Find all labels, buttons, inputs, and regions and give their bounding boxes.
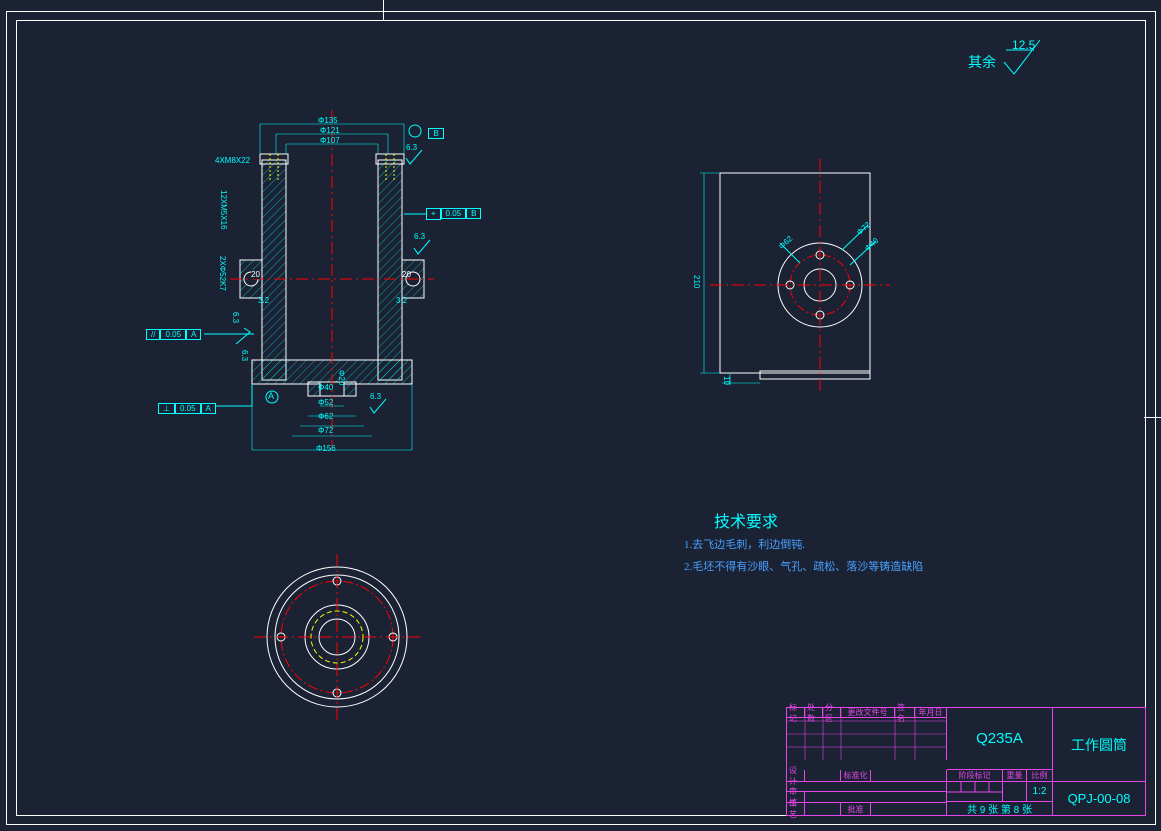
- fcf-position: ⌖0.05B: [426, 205, 481, 223]
- dim-d40: Φ40: [318, 383, 333, 392]
- fcf-par-ref: A: [186, 329, 201, 340]
- datum-b: B: [408, 124, 446, 143]
- bottom-view: [262, 562, 422, 722]
- datum-b-label: B: [428, 128, 443, 139]
- fcf-parallel: //0.05A: [146, 326, 201, 344]
- dim-d156: Φ156: [316, 444, 336, 453]
- side-view: [700, 165, 920, 415]
- dim-d135: Φ135: [318, 116, 338, 125]
- tb-cnt: 处数: [805, 708, 823, 718]
- tb-stage: 阶段标记: [947, 770, 1003, 782]
- surf-63-5: 6.3: [240, 350, 249, 361]
- cad-canvas: 其余 12.5: [0, 0, 1161, 831]
- tb-part-name: 工作圆筒: [1053, 708, 1145, 782]
- tb-part-no: QPJ-00-08: [1053, 782, 1145, 815]
- fcf-perp-sym: ⊥: [158, 403, 175, 414]
- dim-v20-1: 20: [251, 270, 260, 279]
- ruler-tick-right: [1144, 417, 1161, 418]
- tb-mark: 标记: [787, 708, 805, 718]
- dim-d62: Φ62: [318, 412, 333, 421]
- fcf-pos-ref: B: [466, 208, 481, 219]
- dim-d121: Φ121: [320, 126, 340, 135]
- tb-sc: 比例: [1027, 770, 1053, 782]
- dim-d107: Φ107: [320, 136, 340, 145]
- datum-a: A: [265, 390, 279, 409]
- fcf-par-tol: 0.05: [160, 329, 186, 340]
- tb-date: 年月日: [915, 708, 947, 718]
- tb-zone: 分区: [823, 708, 841, 718]
- fcf-pos-tol: 0.05: [441, 208, 467, 219]
- title-block: 标记 处数 分区 更改文件号 签名 年月日 设计 标准化 审核 工艺 批准 Q2…: [786, 707, 1146, 816]
- ruler-tick-top: [383, 0, 384, 20]
- tb-sig: 签名: [895, 708, 915, 718]
- dim-v32-1: 3.2: [258, 296, 269, 305]
- dim-2x52: 2XΦ52K7: [218, 256, 227, 291]
- surf-63-3: 6.3: [231, 312, 240, 323]
- tb-doc: 更改文件号: [841, 708, 895, 718]
- dim-v20-2: 20: [402, 270, 411, 279]
- tb-std: 标准化: [841, 770, 871, 782]
- dim-v32-2: 3.2: [396, 296, 407, 305]
- fcf-perp: ⊥0.05A: [158, 400, 216, 418]
- dim-d52: Φ52: [318, 398, 333, 407]
- side-w: 10: [722, 376, 731, 385]
- dim-4xm8: 4XM8X22: [215, 156, 250, 165]
- tb-material: Q235A: [947, 708, 1053, 770]
- tb-des: 设计: [787, 770, 805, 782]
- tb-appr: 批准: [841, 803, 871, 815]
- dim-d20: Φ20: [337, 370, 346, 385]
- fcf-par-sym: //: [146, 329, 160, 340]
- fcf-pos-sym: ⌖: [426, 208, 441, 220]
- dim-d72: Φ72: [318, 426, 333, 435]
- tb-scale-val: 1:2: [1027, 782, 1053, 802]
- drawing-border-inner: [16, 20, 1146, 816]
- side-h: 210: [692, 275, 701, 288]
- fcf-perp-tol: 0.05: [175, 403, 201, 414]
- dim-12xm5: 12XM5X16: [219, 190, 228, 230]
- surface-finish-default: 其余 12.5: [968, 52, 996, 72]
- tb-sheet: 共 9 张 第 8 张: [947, 802, 1053, 815]
- fcf-perp-ref: A: [201, 403, 216, 414]
- surface-prefix: 其余: [968, 54, 996, 70]
- tb-wt: 重量: [1003, 770, 1027, 782]
- tb-proc: 工艺: [787, 803, 805, 815]
